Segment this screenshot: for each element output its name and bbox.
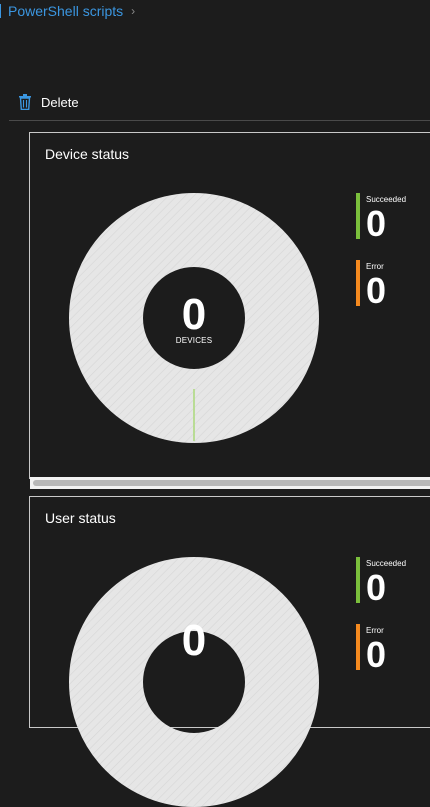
user-status-title: User status: [45, 510, 116, 526]
device-total-label: DEVICES: [175, 336, 213, 345]
device-status-title: Device status: [45, 146, 130, 162]
horizontal-scrollbar[interactable]: [30, 477, 430, 489]
trash-icon: [19, 94, 31, 110]
legend-error[interactable]: Error 0: [356, 624, 387, 675]
breadcrumb-powershell-scripts[interactable]: PowerShell scripts: [8, 3, 123, 19]
error-color-bar: [356, 624, 360, 670]
succeeded-color-bar: [356, 557, 360, 603]
breadcrumb: PowerShell scripts ›: [0, 2, 135, 20]
device-status-card: Device status 0 DEVICES Succeeded 0 Erro…: [29, 132, 430, 479]
scrollbar-thumb[interactable]: [33, 480, 430, 486]
toolbar-divider: [9, 120, 430, 121]
error-color-bar: [356, 260, 360, 306]
legend-succeeded-value: 0: [366, 567, 387, 608]
user-status-donut[interactable]: [69, 557, 319, 807]
legend-error[interactable]: Error 0: [356, 260, 387, 311]
legend-error-value: 0: [366, 270, 387, 311]
chevron-right-icon: ›: [131, 4, 136, 18]
breadcrumb-divider: [0, 4, 1, 18]
legend-succeeded-value: 0: [366, 203, 387, 244]
legend-succeeded[interactable]: Succeeded 0: [356, 557, 406, 608]
legend-error-value: 0: [366, 634, 387, 675]
succeeded-color-bar: [356, 193, 360, 239]
user-total-count: 0: [181, 616, 207, 665]
legend-succeeded[interactable]: Succeeded 0: [356, 193, 406, 244]
device-total-count: 0: [181, 290, 207, 339]
user-status-card: User status 0 Succeeded 0 Error 0: [29, 496, 430, 807]
delete-button[interactable]: Delete: [18, 94, 79, 110]
delete-label: Delete: [41, 94, 79, 110]
